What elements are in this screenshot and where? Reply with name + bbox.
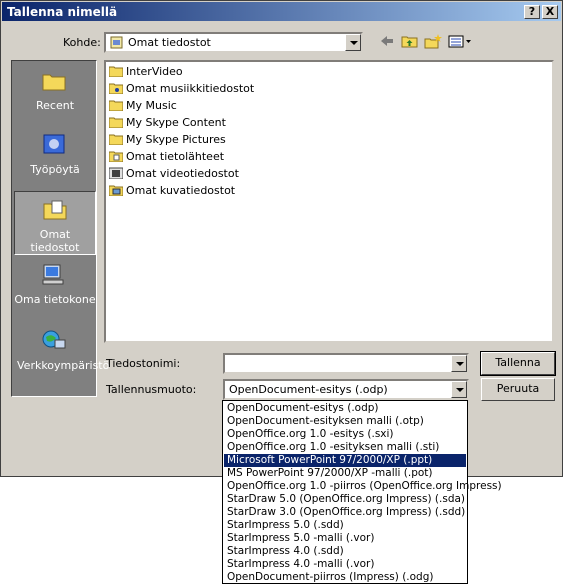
file-name: My Skype Pictures — [126, 133, 226, 146]
place-label: Recent — [35, 99, 75, 112]
filetype-option[interactable]: OpenOffice.org 1.0 -esityksen malli (.st… — [224, 441, 466, 454]
desktop-icon — [43, 134, 65, 154]
filetype-option[interactable]: OpenDocument-piirros (Impress) (.odg) — [224, 571, 466, 584]
help-button[interactable]: ? — [524, 5, 540, 19]
filetype-option[interactable]: OpenDocument-esityksen malli (.otp) — [224, 415, 466, 428]
filetype-option[interactable]: StarImpress 5.0 -malli (.vor) — [224, 532, 466, 545]
filetype-option[interactable]: StarImpress 5.0 (.sdd) — [224, 519, 466, 532]
back-icon[interactable] — [378, 33, 396, 49]
cancel-button[interactable]: Peruuta — [481, 378, 555, 401]
filename-label: Tiedostonimi: — [106, 357, 181, 370]
folder-icon — [109, 66, 123, 77]
recent-folder-icon — [42, 74, 66, 91]
pictures-folder-icon — [109, 185, 123, 196]
network-icon — [42, 330, 66, 349]
folder-icon — [109, 100, 123, 111]
save-button[interactable]: Tallenna — [480, 351, 556, 376]
filetype-option[interactable]: StarImpress 4.0 -malli (.vor) — [224, 558, 466, 571]
filetype-option[interactable]: StarDraw 3.0 (OpenOffice.org Impress) (.… — [224, 506, 466, 519]
place-label: Omat tiedostot — [30, 228, 80, 254]
filename-dropdown-button[interactable] — [451, 355, 467, 372]
filetype-option[interactable]: StarDraw 5.0 (OpenOffice.org Impress) (.… — [224, 493, 466, 506]
place-label: Työpöytä — [30, 163, 80, 176]
location-combo[interactable]: Omat tiedostot — [104, 32, 363, 53]
file-name: Omat tietolähteet — [126, 150, 225, 163]
place-network[interactable]: Verkkoympäristö — [14, 323, 110, 393]
filename-combo[interactable] — [223, 353, 469, 374]
filetype-dropdown-list[interactable]: OpenDocument-esitys (.odp) OpenDocument-… — [222, 400, 502, 584]
computer-icon — [42, 264, 64, 285]
title-bar[interactable]: Tallenna nimellä ? X — [2, 2, 561, 21]
data-folder-icon — [109, 151, 123, 162]
filetype-option[interactable]: OpenOffice.org 1.0 -piirros (OpenOffice.… — [224, 480, 502, 493]
filetype-option[interactable]: OpenOffice.org 1.0 -esitys (.sxi) — [224, 428, 466, 441]
file-name: Omat musiikkitiedostot — [126, 82, 255, 95]
place-desktop[interactable]: Työpöytä — [14, 127, 96, 191]
my-documents-icon — [110, 36, 123, 49]
filetype-option[interactable]: MS PowerPoint 97/2000/XP -malli (.pot) — [224, 467, 466, 480]
filetype-label: Tallennusmuoto: — [106, 383, 197, 396]
file-name: Omat kuvatiedostot — [126, 184, 236, 197]
file-name: Omat videotiedostot — [126, 167, 239, 180]
place-my-computer[interactable]: Oma tietokone — [14, 257, 96, 321]
places-bar: Recent Työpöytä Omat tiedostot Oma tieto… — [11, 60, 110, 397]
filetype-combo[interactable]: OpenDocument-esitys (.odp) — [223, 379, 469, 400]
file-name: My Skype Content — [126, 116, 226, 129]
location-value: Omat tiedostot — [128, 36, 211, 49]
video-folder-icon — [109, 167, 123, 179]
views-icon[interactable] — [448, 33, 472, 49]
window-title: Tallenna nimellä — [7, 5, 118, 19]
my-documents-icon — [43, 200, 67, 220]
place-label: Verkkoympäristö — [17, 359, 110, 372]
location-dropdown-button[interactable] — [345, 34, 361, 51]
file-name: InterVideo — [126, 65, 183, 78]
folder-icon — [109, 117, 123, 128]
place-my-documents[interactable]: Omat tiedostot — [14, 191, 96, 255]
music-folder-icon — [109, 83, 123, 94]
location-label: Kohde: — [63, 36, 101, 49]
filetype-value: OpenDocument-esitys (.odp) — [229, 383, 388, 396]
up-folder-icon[interactable] — [401, 33, 419, 49]
new-folder-icon[interactable] — [424, 33, 442, 49]
folder-icon — [109, 134, 123, 145]
place-label: Oma tietokone — [14, 293, 96, 306]
filetype-option-highlighted[interactable]: Microsoft PowerPoint 97/2000/XP (.ppt) — [224, 454, 466, 467]
file-list[interactable]: InterVideo Omat musiikkitiedostot My Mus… — [104, 60, 554, 343]
filetype-dropdown-button[interactable] — [451, 381, 467, 398]
filetype-option[interactable]: StarImpress 4.0 (.sdd) — [224, 545, 466, 558]
close-button[interactable]: X — [542, 5, 558, 19]
place-recent[interactable]: Recent — [14, 63, 96, 127]
file-name: My Music — [126, 99, 177, 112]
filetype-option[interactable]: OpenDocument-esitys (.odp) — [224, 402, 466, 415]
